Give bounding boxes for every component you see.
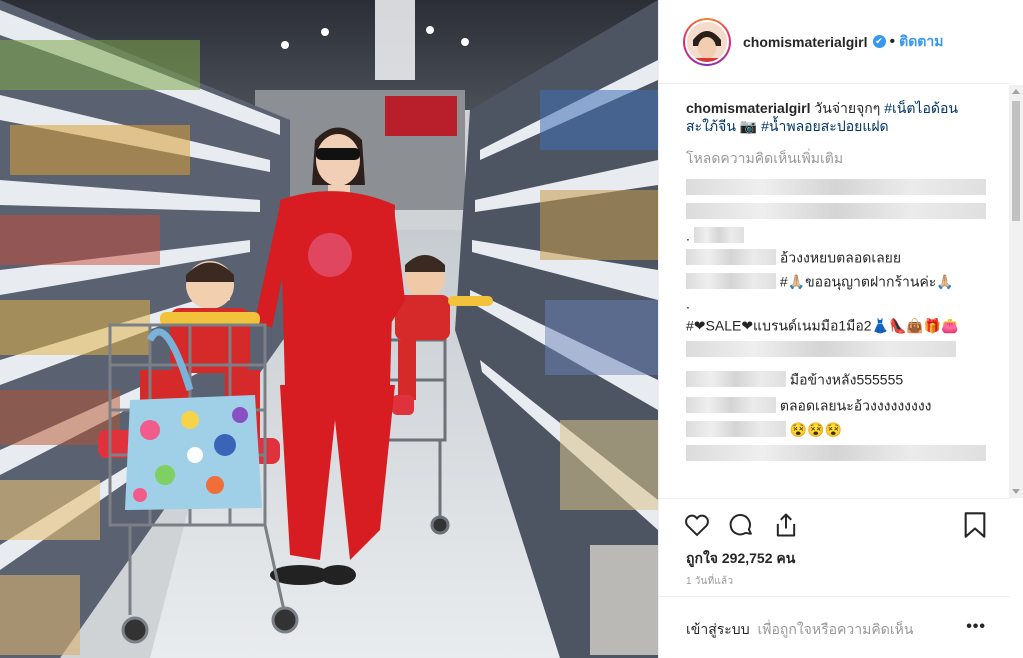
more-options-icon[interactable]: ••• bbox=[966, 619, 986, 635]
comment-row: 😵😵😵 bbox=[686, 419, 990, 441]
scroll-up-icon[interactable] bbox=[1012, 89, 1020, 94]
instagram-post-window: chomismaterialgirl ✔ • ติดตาม chomismate… bbox=[0, 0, 1023, 658]
comment-row: มือข้างหลัง555555 bbox=[686, 369, 990, 391]
comment-row bbox=[686, 177, 990, 199]
comments-section: chomismaterialgirl วันจ่ายจุกๆ #เน็ตไอด้… bbox=[659, 85, 1010, 498]
heart-icon[interactable] bbox=[683, 511, 711, 539]
avatar-image bbox=[687, 21, 727, 62]
post-side-panel: chomismaterialgirl ✔ • ติดตาม chomismate… bbox=[658, 0, 1023, 658]
post-photo[interactable] bbox=[0, 0, 658, 658]
post-actions bbox=[659, 498, 1010, 540]
login-prompt: เข้าสู่ระบบ เพื่อถูกใจหรือความคิดเห็น ••… bbox=[659, 596, 1010, 658]
blurred-comment bbox=[686, 179, 986, 196]
comment-row: . bbox=[686, 225, 990, 247]
blurred-username bbox=[686, 249, 776, 266]
scroll-down-icon[interactable] bbox=[1012, 489, 1020, 494]
comment-row: อ้วงงหยบตลอดเลยย bbox=[686, 247, 990, 269]
blurred-username bbox=[686, 397, 776, 414]
caption-text: วันจ่ายจุกๆ bbox=[814, 100, 881, 116]
blurred-username bbox=[686, 421, 786, 438]
bookmark-icon[interactable] bbox=[962, 511, 988, 539]
comment-row bbox=[686, 201, 990, 223]
scroll-thumb[interactable] bbox=[1012, 101, 1020, 221]
post-username[interactable]: chomismaterialgirl bbox=[743, 34, 868, 50]
post-timestamp[interactable]: 1 วันที่แล้ว bbox=[686, 574, 733, 589]
share-icon[interactable] bbox=[772, 511, 800, 539]
blurred-comment bbox=[686, 445, 986, 462]
comment-row bbox=[686, 339, 990, 361]
caption-username[interactable]: chomismaterialgirl bbox=[686, 100, 811, 116]
load-more-comments-button[interactable]: โหลดความคิดเห็นเพิ่มเติม bbox=[686, 149, 990, 167]
blurred-username bbox=[693, 227, 744, 244]
avatar[interactable] bbox=[683, 17, 731, 66]
comment-row: #🙏🏼ขออนุญาตฝากร้านค่ะ🙏🏼 bbox=[686, 271, 990, 293]
comments-scrollbar[interactable] bbox=[1009, 85, 1023, 498]
post-header: chomismaterialgirl ✔ • ติดตาม bbox=[659, 0, 1010, 84]
comment-row: . bbox=[686, 295, 690, 312]
supermarket-photo bbox=[0, 0, 658, 658]
blurred-username bbox=[686, 273, 776, 290]
blurred-username bbox=[686, 371, 786, 388]
login-prompt-text: เพื่อถูกใจหรือความคิดเห็น bbox=[757, 621, 914, 637]
comment-row: #❤SALE❤แบรนด์เนมมือ1มือ2👗👠👜🎁👛 bbox=[686, 317, 959, 334]
comment-row: ตลอดเลยนะอ้วงงงงงงงงง bbox=[686, 395, 990, 417]
verified-badge-icon: ✔ bbox=[872, 35, 886, 48]
caption: chomismaterialgirl วันจ่ายจุกๆ #เน็ตไอด้… bbox=[686, 99, 990, 135]
login-link[interactable]: เข้าสู่ระบบ bbox=[686, 621, 750, 637]
blurred-comment bbox=[686, 341, 956, 358]
comment-icon[interactable] bbox=[727, 511, 755, 539]
blurred-comment bbox=[686, 203, 986, 220]
camera-emoji: 📷 bbox=[739, 118, 758, 134]
separator-dot: • bbox=[889, 32, 896, 50]
like-count[interactable]: ถูกใจ 292,752 คน bbox=[686, 548, 795, 570]
follow-button[interactable]: ติดตาม bbox=[899, 31, 943, 53]
comment-row bbox=[686, 443, 990, 465]
profile-picture bbox=[687, 21, 727, 62]
caption-hashtag-2[interactable]: #น้ำพลอยสะปอยแฝด bbox=[761, 118, 889, 134]
